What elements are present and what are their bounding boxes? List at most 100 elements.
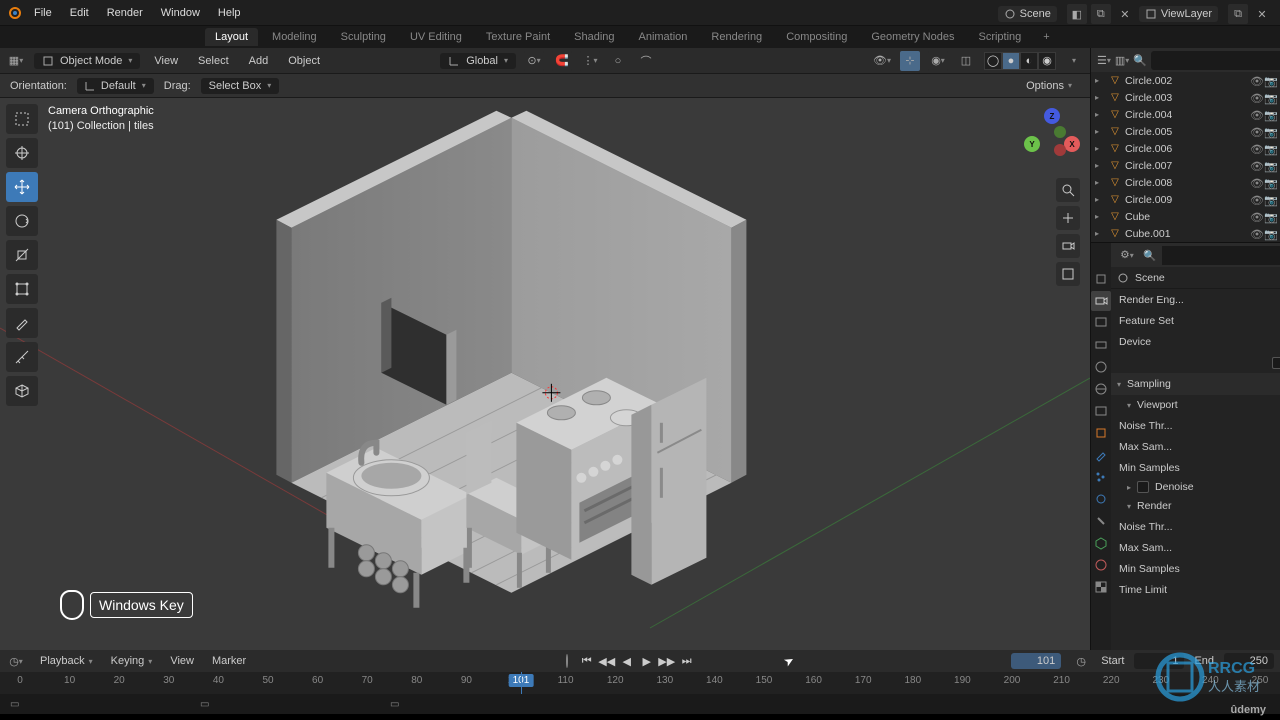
drag-select[interactable]: Select Box ▾ [201, 78, 280, 94]
xray-toggle-icon[interactable]: ◫ [956, 51, 976, 71]
viewlayer-selector[interactable]: ViewLayer [1139, 6, 1218, 22]
marker-menu[interactable]: Marker [208, 653, 250, 669]
snap-options-icon[interactable]: ⋮▾ [580, 51, 600, 71]
ptab-texture-icon[interactable] [1091, 577, 1111, 597]
ptab-scene-icon[interactable] [1091, 357, 1111, 377]
axis-neg-y[interactable] [1054, 126, 1066, 138]
subsection-denoise[interactable]: ▸ Denoise [1111, 478, 1280, 496]
jump-start-icon[interactable]: ⏮ [578, 652, 596, 670]
tab-uv-editing[interactable]: UV Editing [400, 28, 472, 46]
viewlayer-remove-icon[interactable]: ✕ [1252, 4, 1272, 24]
hide-viewport-icon[interactable]: 👁 [1250, 177, 1262, 189]
select-menu[interactable]: Select [192, 52, 235, 70]
tool-options-button[interactable]: Options ▾ [1018, 78, 1080, 94]
window-menu[interactable]: Window [153, 3, 208, 23]
shading-matprev-icon[interactable]: ◐ [1020, 52, 1038, 70]
disclosure-icon[interactable]: ▸ [1095, 144, 1105, 153]
tab-rendering[interactable]: Rendering [701, 28, 772, 46]
hide-viewport-icon[interactable]: 👁 [1250, 126, 1262, 138]
edit-menu[interactable]: Edit [62, 3, 97, 23]
hide-viewport-icon[interactable]: 👁 [1250, 160, 1262, 172]
file-menu[interactable]: File [26, 3, 60, 23]
disclosure-icon[interactable]: ▸ [1095, 110, 1105, 119]
hide-viewport-icon[interactable]: 👁 [1250, 194, 1262, 206]
scene-unlink-icon[interactable]: ✕ [1115, 4, 1135, 24]
annotate-tool-icon[interactable] [6, 308, 38, 338]
overlays-toggle-icon[interactable]: ◉▾ [928, 51, 948, 71]
tab-compositing[interactable]: Compositing [776, 28, 857, 46]
disable-render-icon[interactable]: 📷 [1264, 109, 1276, 121]
keyframe-prev-icon[interactable]: ◀◀ [598, 652, 616, 670]
disable-render-icon[interactable]: 📷 [1264, 194, 1276, 206]
axis-neg-x[interactable] [1054, 144, 1066, 156]
add-menu[interactable]: Add [243, 52, 275, 70]
props-type-icon[interactable]: ⚙▾ [1117, 245, 1137, 265]
outliner-item[interactable]: ▸ ▽ Circle.006 👁 📷 [1091, 140, 1280, 157]
scene-add-icon[interactable]: ⧉ [1091, 4, 1111, 24]
axis-y[interactable]: Y [1024, 136, 1040, 152]
scene-selector[interactable]: Scene [998, 6, 1057, 22]
disable-render-icon[interactable]: 📷 [1264, 143, 1276, 155]
ptab-constraints-icon[interactable] [1091, 511, 1111, 531]
cursor-tool-icon[interactable] [6, 138, 38, 168]
ptab-render-icon[interactable] [1091, 291, 1111, 311]
ptab-tool-icon[interactable] [1091, 269, 1111, 289]
hide-viewport-icon[interactable]: 👁 [1250, 228, 1262, 240]
snap-toggle-icon[interactable]: 🧲 [552, 51, 572, 71]
keyframe-next-icon[interactable]: ▶▶ [658, 652, 676, 670]
outliner-item[interactable]: ▸ ▽ Circle.003 👁 📷 [1091, 89, 1280, 106]
outliner-item[interactable]: ▸ ▽ Cube 👁 📷 [1091, 208, 1280, 225]
transform-tool-icon[interactable] [6, 274, 38, 304]
disable-render-icon[interactable]: 📷 [1264, 177, 1276, 189]
axis-z[interactable]: Z [1044, 108, 1060, 124]
orientation-select[interactable]: Default ▾ [77, 78, 154, 94]
disable-render-icon[interactable]: 📷 [1264, 126, 1276, 138]
viewlayer-add-icon[interactable]: ⧉ [1228, 4, 1248, 24]
outliner-item[interactable]: ▸ ▽ Cube.001 👁 📷 [1091, 225, 1280, 242]
help-menu[interactable]: Help [210, 3, 249, 23]
perspective-toggle-icon[interactable] [1056, 262, 1080, 286]
shading-solid-icon[interactable]: ● [1002, 52, 1020, 70]
ptab-object-icon[interactable] [1091, 423, 1111, 443]
move-tool-icon[interactable] [6, 172, 38, 202]
add-cube-tool-icon[interactable] [6, 376, 38, 406]
ptab-physics-icon[interactable] [1091, 489, 1111, 509]
proportional-edit-icon[interactable]: ○ [608, 51, 628, 71]
scene-browse-icon[interactable]: ◧ [1067, 4, 1087, 24]
tab-animation[interactable]: Animation [629, 28, 698, 46]
disable-render-icon[interactable]: 📷 [1264, 228, 1276, 240]
play-reverse-icon[interactable]: ◀ [618, 652, 636, 670]
disclosure-icon[interactable]: ▸ [1095, 229, 1105, 238]
hide-viewport-icon[interactable]: 👁 [1250, 109, 1262, 121]
disclosure-icon[interactable]: ▸ [1095, 76, 1105, 85]
keying-menu[interactable]: Keying▾ [107, 653, 157, 669]
hide-viewport-icon[interactable]: 👁 [1250, 211, 1262, 223]
select-box-tool-icon[interactable] [6, 104, 38, 134]
viewport-canvas[interactable]: Camera Orthographic (101) Collection | t… [0, 98, 1090, 650]
object-menu[interactable]: Object [282, 52, 326, 70]
tab-sculpting[interactable]: Sculpting [331, 28, 396, 46]
jump-end-icon[interactable]: ⏭ [678, 652, 696, 670]
ptab-output-icon[interactable] [1091, 313, 1111, 333]
disable-render-icon[interactable]: 📷 [1264, 92, 1276, 104]
preview-range-icon[interactable]: ◷ [1071, 651, 1091, 671]
autokey-icon[interactable] [566, 655, 568, 667]
tab-scripting[interactable]: Scripting [968, 28, 1031, 46]
tab-layout[interactable]: Layout [205, 28, 258, 46]
outliner-item[interactable]: ▸ ▽ Circle.005 👁 📷 [1091, 123, 1280, 140]
shading-rendered-icon[interactable]: ◉ [1038, 52, 1056, 70]
ptab-particles-icon[interactable] [1091, 467, 1111, 487]
add-workspace-icon[interactable]: + [1035, 28, 1057, 46]
view-menu[interactable]: View [148, 52, 184, 70]
camera-view-icon[interactable] [1056, 234, 1080, 258]
pivot-dropdown-icon[interactable]: ⊙▾ [524, 51, 544, 71]
shading-wireframe-icon[interactable]: ◯ [984, 52, 1002, 70]
outliner-type-icon[interactable]: ☰▾ [1097, 50, 1111, 70]
section-sampling[interactable]: ▾Sampling ⠿ [1111, 373, 1280, 395]
ptab-modifiers-icon[interactable] [1091, 445, 1111, 465]
timeline-type-icon[interactable]: ◷▾ [6, 651, 26, 671]
navigation-gizmo[interactable]: Z Y X [1024, 108, 1080, 164]
current-frame-field[interactable]: 101 [1011, 653, 1061, 669]
disable-render-icon[interactable]: 📷 [1264, 75, 1276, 87]
subsection-render[interactable]: ▾Render ≡ [1111, 496, 1280, 516]
